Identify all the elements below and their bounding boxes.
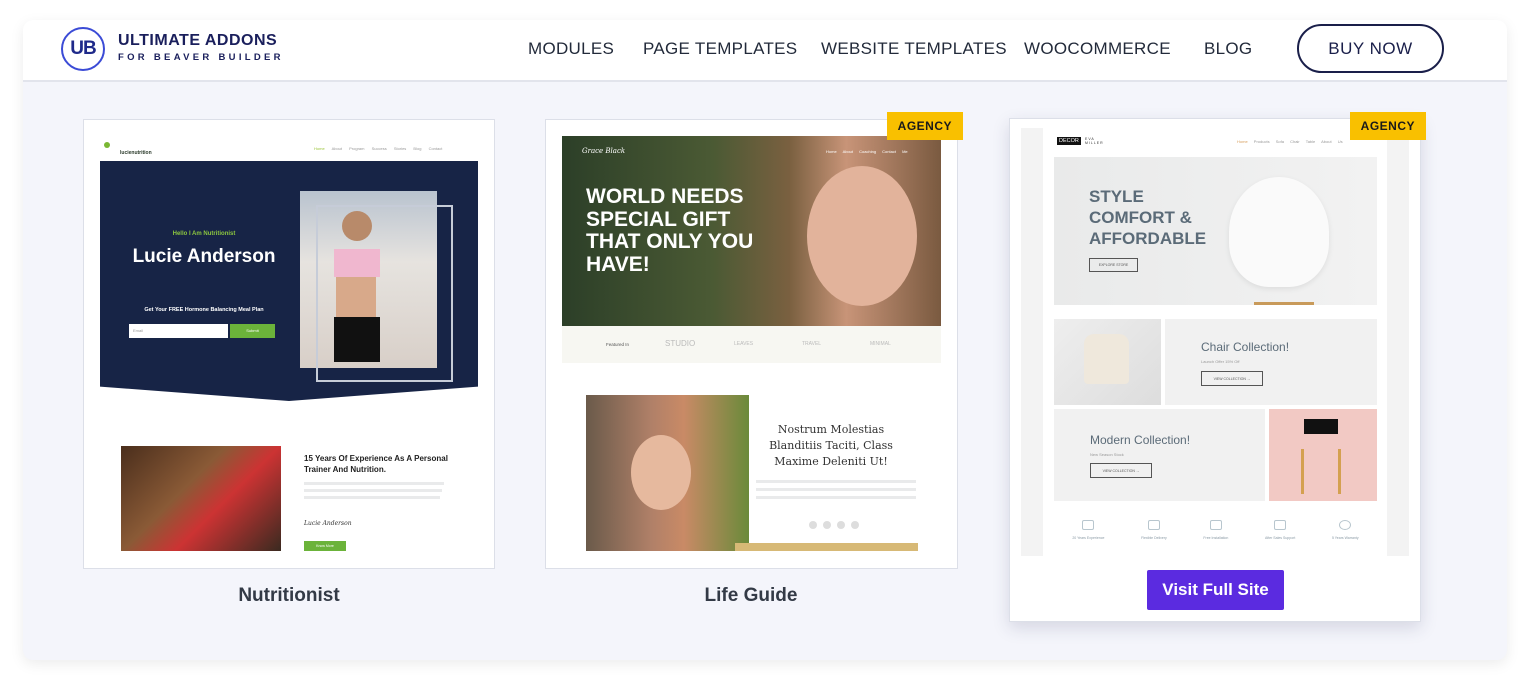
featured-strip: Featured In STUDIO LEAVES TRAVEL MINIMAL [562,326,941,363]
portrait-photo [586,395,749,551]
logo-title[interactable]: ULTIMATE ADDONS [118,32,277,50]
site-header: UB ULTIMATE ADDONS FOR BEAVER BUILDER MO… [23,20,1507,82]
visit-full-site-button[interactable]: Visit Full Site [1147,570,1284,610]
agency-badge: AGENCY [1349,112,1426,140]
nav-modules[interactable]: MODULES [528,39,614,59]
nav-woocommerce[interactable]: WOOCOMMERCE [1024,39,1171,59]
signature: Lucie Anderson [304,520,352,527]
section-title: Nostrum Molestias Blanditiis Taciti, Cla… [769,423,893,468]
email-input: Email [129,324,228,338]
preview-logo: Grace Black [582,147,626,155]
preview-nav: Home About Coaching Contact Me [826,149,908,154]
buy-now-button[interactable]: BUY NOW [1297,24,1444,73]
hero-frame [316,205,453,382]
template-card-nutritionist[interactable]: lucienutrition Home About Program Succes… [83,119,495,569]
template-preview[interactable]: DECOR EVA MILLER Home Products Sofa Chai… [1021,128,1409,556]
know-more-button: Know More [304,541,346,551]
leaf-icon [104,142,110,148]
food-photo [121,446,281,551]
preview-nav: Home About Program Success Stories Blog … [314,146,443,151]
features-row: 20 Years Experience Flexible Delivery Fr… [1054,520,1377,540]
view-collection-button: VIEW COLLECTION → [1201,371,1263,386]
hero-title: Lucie Anderson [132,246,276,267]
modern-title: Modern Collection! [1090,433,1191,447]
accent-bar [735,543,918,551]
modern-collection-panel [1054,409,1265,501]
director-chair-photo [1269,409,1377,501]
social-icons [809,521,859,529]
submit-button: Submit [230,324,275,338]
chair-collection-panel [1165,319,1377,405]
logo-mark[interactable]: UB [61,27,105,71]
view-collection-button: VIEW COLLECTION → [1090,463,1152,478]
chair-photo [1054,319,1161,405]
chair-title: Chair Collection! [1201,340,1290,354]
logo-subtitle[interactable]: FOR BEAVER BUILDER [118,52,284,63]
template-name[interactable]: Nutritionist [83,585,495,607]
preview-nav: Home Products Sofa Chair Table About Us [1237,139,1343,144]
explore-button: EXPLORE STORE [1089,258,1138,272]
template-card-life-guide[interactable]: Grace Black Home About Coaching Contact … [545,112,963,569]
nav-website-templates[interactable]: WEBSITE TEMPLATES [821,39,1007,59]
template-preview[interactable]: Grace Black Home About Coaching Contact … [546,120,957,568]
template-preview[interactable]: lucienutrition Home About Program Succes… [84,120,494,568]
section-title: 15 Years Of Experience As A Personal Tra… [304,454,448,474]
nav-page-templates[interactable]: PAGE TEMPLATES [643,39,797,59]
nav-blog[interactable]: BLOG [1204,39,1252,59]
hero-cta-heading: Get Your FREE Hormone Balancing Meal Pla… [144,307,264,313]
agency-badge: AGENCY [886,112,963,140]
page-frame: UB ULTIMATE ADDONS FOR BEAVER BUILDER MO… [23,20,1507,660]
hero-kicker: Hello I Am Nutritionist [172,231,236,237]
hero-title: STYLE COMFORT & AFFORDABLE [1089,187,1207,248]
hero-title: WORLD NEEDS SPECIAL GIFT THAT ONLY YOU H… [586,185,754,276]
template-name[interactable]: Life Guide [545,585,957,607]
preview-logo: DECOR [1057,137,1081,145]
template-card-decor[interactable]: DECOR EVA MILLER Home Products Sofa Chai… [1009,112,1426,622]
preview-logo: lucienutrition [120,150,152,156]
